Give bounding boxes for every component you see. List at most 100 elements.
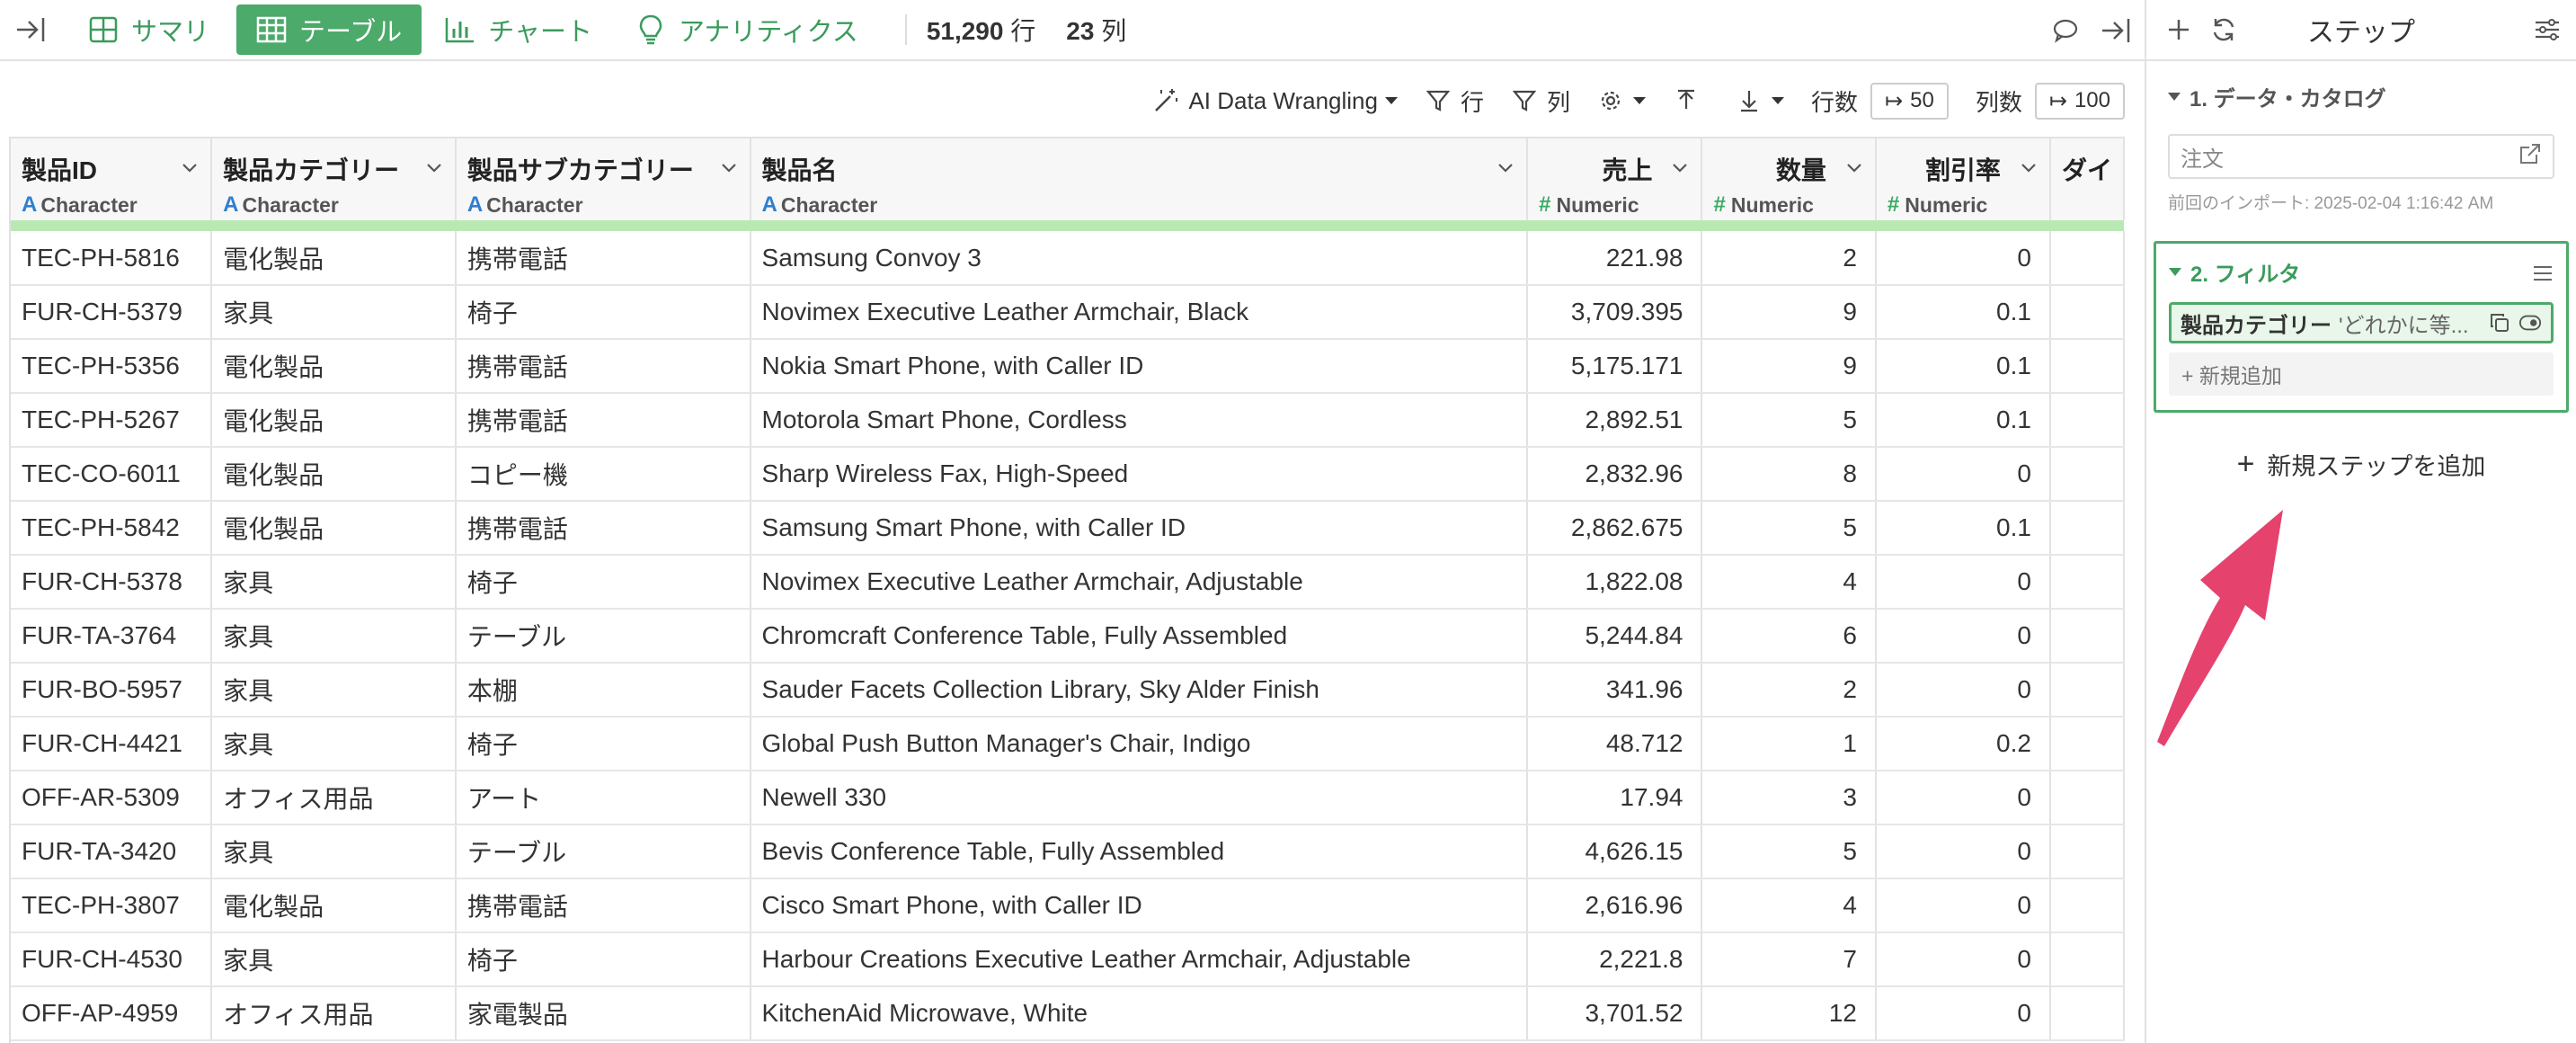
table-cell[interactable]: OFF-AP-4959 <box>11 986 213 1041</box>
table-cell[interactable]: 5 <box>1701 825 1877 879</box>
column-header[interactable]: 売上 # Numeric <box>1527 137 1703 220</box>
table-cell[interactable]: 0 <box>1875 663 2051 718</box>
table-cell[interactable] <box>2049 555 2125 610</box>
table-cell[interactable]: 0.1 <box>1875 393 2051 448</box>
table-row[interactable]: FUR-CH-4421 家具 椅子 Global Push Button Manage… <box>11 717 2125 771</box>
tab-summary[interactable]: サマリ <box>68 4 229 55</box>
table-cell[interactable]: 0 <box>1875 878 2051 933</box>
table-cell[interactable]: TEC-PH-5842 <box>11 501 213 556</box>
table-cell[interactable]: 家具 <box>211 555 457 610</box>
source-field[interactable]: 注文 <box>2168 134 2554 179</box>
table-cell[interactable]: テーブル <box>455 825 751 879</box>
chevron-down-icon[interactable] <box>721 160 737 176</box>
upload-button[interactable] <box>1673 87 1709 114</box>
table-cell[interactable]: FUR-CH-4421 <box>11 717 213 771</box>
table-row[interactable]: TEC-CO-6011 電化製品 コピー機 Sharp Wireless Fax, H… <box>11 447 2125 502</box>
row-filter-button[interactable]: 行 <box>1425 85 1484 118</box>
table-cell[interactable] <box>2049 285 2125 340</box>
table-cell[interactable]: アート <box>455 771 751 825</box>
tab-table[interactable]: テーブル <box>236 4 422 55</box>
table-row[interactable]: FUR-TA-3420 家具 テーブル Bevis Conference Table,… <box>11 825 2125 879</box>
table-row[interactable]: TEC-PH-3807 電化製品 携帯電話 Cisco Smart Phone, wi… <box>11 878 2125 933</box>
table-cell[interactable]: 電化製品 <box>211 501 457 556</box>
table-cell[interactable]: 3,709.395 <box>1527 285 1703 340</box>
table-cell[interactable]: 2,862.675 <box>1527 501 1703 556</box>
rows-limit-input[interactable]: ↦ 50 <box>1870 82 1949 120</box>
table-cell[interactable]: 電化製品 <box>211 447 457 502</box>
table-cell[interactable]: 0 <box>1875 771 2051 825</box>
table-cell[interactable]: Harbour Creations Executive Leather Armc… <box>750 932 1529 987</box>
chevron-down-icon[interactable] <box>1846 160 1862 176</box>
table-cell[interactable]: オフィス用品 <box>211 986 457 1041</box>
table-cell[interactable]: 2,221.8 <box>1527 932 1703 987</box>
add-condition-button[interactable]: + 新規追加 <box>2169 352 2554 396</box>
column-header[interactable]: 製品ID A Character <box>11 137 213 220</box>
table-row[interactable]: TEC-PH-5816 電化製品 携帯電話 Samsung Convoy 3 221.9… <box>11 231 2125 286</box>
table-row[interactable]: TEC-PH-5356 電化製品 携帯電話 Nokia Smart Phone, wi… <box>11 339 2125 394</box>
table-cell[interactable]: 2 <box>1701 231 1877 286</box>
table-cell[interactable]: 0 <box>1875 609 2051 664</box>
table-cell[interactable]: 椅子 <box>455 555 751 610</box>
menu-icon[interactable] <box>2532 263 2554 281</box>
table-cell[interactable]: 0.2 <box>1875 717 2051 771</box>
table-cell[interactable]: 0 <box>1875 986 2051 1041</box>
table-row[interactable]: OFF-AR-5309 オフィス用品 アート Newell 330 17.94 3 0 <box>11 771 2125 825</box>
table-cell[interactable]: TEC-PH-5816 <box>11 231 213 286</box>
table-cell[interactable]: 9 <box>1701 339 1877 394</box>
table-cell[interactable]: TEC-PH-5267 <box>11 393 213 448</box>
table-cell[interactable] <box>2049 717 2125 771</box>
table-cell[interactable]: Sauder Facets Collection Library, Sky Al… <box>750 663 1529 718</box>
table-cell[interactable]: FUR-CH-5378 <box>11 555 213 610</box>
refresh-icon[interactable] <box>2204 10 2243 49</box>
table-cell[interactable]: 0.1 <box>1875 501 2051 556</box>
column-header[interactable]: 割引率 # Numeric <box>1875 137 2051 220</box>
table-cell[interactable]: FUR-CH-5379 <box>11 285 213 340</box>
table-cell[interactable]: Nokia Smart Phone, with Caller ID <box>750 339 1529 394</box>
step-filter-header[interactable]: 2. フィルタ <box>2169 256 2554 288</box>
table-cell[interactable]: 0 <box>1875 447 2051 502</box>
toggle-visibility-icon[interactable] <box>2518 311 2542 334</box>
table-cell[interactable]: 携帯電話 <box>455 231 751 286</box>
table-cell[interactable]: 電化製品 <box>211 878 457 933</box>
table-row[interactable]: FUR-CH-4530 家具 椅子 Harbour Creations Executi… <box>11 932 2125 987</box>
table-cell[interactable] <box>2049 771 2125 825</box>
table-cell[interactable] <box>2049 878 2125 933</box>
table-cell[interactable] <box>2049 339 2125 394</box>
plus-icon[interactable] <box>2159 10 2198 49</box>
table-cell[interactable]: 341.96 <box>1527 663 1703 718</box>
table-cell[interactable]: コピー機 <box>455 447 751 502</box>
comment-icon[interactable] <box>2046 11 2085 50</box>
table-row[interactable]: TEC-PH-5267 電化製品 携帯電話 Motorola Smart Phone,… <box>11 393 2125 448</box>
table-cell[interactable]: 椅子 <box>455 932 751 987</box>
download-button[interactable] <box>1736 87 1784 114</box>
table-cell[interactable]: 6 <box>1701 609 1877 664</box>
table-cell[interactable]: 0 <box>1875 555 2051 610</box>
table-cell[interactable]: 0.1 <box>1875 339 2051 394</box>
external-link-icon[interactable] <box>2518 142 2542 172</box>
table-cell[interactable]: 家具 <box>211 285 457 340</box>
table-cell[interactable]: 携帯電話 <box>455 878 751 933</box>
table-cell[interactable]: 携帯電話 <box>455 393 751 448</box>
table-cell[interactable] <box>2049 231 2125 286</box>
table-cell[interactable]: Chromcraft Conference Table, Fully Assem… <box>750 609 1529 664</box>
table-cell[interactable]: 3,701.52 <box>1527 986 1703 1041</box>
filter-condition-chip[interactable]: 製品カテゴリー 'どれかに等... <box>2169 302 2554 343</box>
table-cell[interactable]: 5 <box>1701 501 1877 556</box>
table-row[interactable]: TEC-PH-5842 電化製品 携帯電話 Samsung Smart Phone, … <box>11 501 2125 556</box>
collapse-left-icon[interactable] <box>5 4 56 55</box>
table-cell[interactable]: FUR-TA-3764 <box>11 609 213 664</box>
table-cell[interactable]: Samsung Convoy 3 <box>750 231 1529 286</box>
table-cell[interactable]: 0 <box>1875 825 2051 879</box>
column-header[interactable]: 製品サブカテゴリー A Character <box>455 137 751 220</box>
table-cell[interactable]: 椅子 <box>455 285 751 340</box>
table-cell[interactable]: OFF-AR-5309 <box>11 771 213 825</box>
table-cell[interactable]: Novimex Executive Leather Armchair, Blac… <box>750 285 1529 340</box>
column-header[interactable]: ダイ <box>2049 137 2125 220</box>
table-cell[interactable]: 椅子 <box>455 717 751 771</box>
table-cell[interactable] <box>2049 932 2125 987</box>
table-cell[interactable]: FUR-BO-5957 <box>11 663 213 718</box>
table-cell[interactable]: 1,822.08 <box>1527 555 1703 610</box>
table-cell[interactable]: 1 <box>1701 717 1877 771</box>
column-filter-button[interactable]: 列 <box>1511 85 1570 118</box>
expand-right-icon[interactable] <box>2096 11 2136 50</box>
